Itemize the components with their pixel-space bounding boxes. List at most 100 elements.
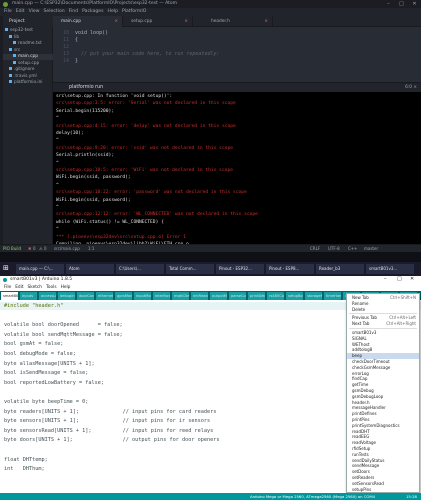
arduino-tab[interactable]: setupBoard <box>286 292 304 300</box>
tree-item[interactable]: .travis.yml <box>3 73 53 80</box>
menu-item-label: messageHandler <box>352 405 386 411</box>
arduino-tab[interactable]: doorControl <box>77 292 95 300</box>
arduino-maximize-icon[interactable]: □ <box>397 276 402 282</box>
taskbar-item[interactable]: Atom <box>66 264 114 274</box>
atom-menu-view[interactable]: View <box>29 8 40 16</box>
start-button[interactable]: ⊞ <box>3 264 9 272</box>
atom-menu-file[interactable]: File <box>4 8 12 16</box>
tab-main-cpp[interactable]: main.cpp × <box>53 16 123 27</box>
arduino-tab[interactable]: mqttClient <box>172 292 190 300</box>
taskbar-item[interactable]: Pinout - ESP32... <box>216 264 264 274</box>
maximize-icon[interactable]: □ <box>395 0 408 8</box>
pio-build-label[interactable]: PIO Build <box>3 246 21 251</box>
tree-item[interactable]: lib <box>3 34 53 41</box>
code-editor[interactable]: 10 void loop() 11 {12 13 // put your main co… <box>53 27 421 81</box>
close-icon[interactable]: ✕ <box>408 0 421 8</box>
tree-item[interactable]: setup.cpp <box>3 60 53 67</box>
arduino-minimize-icon[interactable]: – <box>384 276 387 282</box>
tab-header-h[interactable]: header.h × <box>203 16 273 27</box>
file-icon <box>9 73 12 77</box>
arduino-window-title: smartB01v3 | Arduino 1.8.5 <box>10 277 73 282</box>
tree-item[interactable]: esp32-test <box>3 28 53 34</box>
tab-setup-cpp[interactable]: setup.cpp × <box>123 16 193 27</box>
arduino-tab[interactable]: gprsModule <box>115 292 133 300</box>
minimize-icon[interactable]: – <box>382 0 395 8</box>
atom-menu-help[interactable]: Help <box>108 8 118 16</box>
file-icon <box>13 41 16 44</box>
arduino-tab[interactable]: timeHandler <box>324 292 342 300</box>
status-encoding[interactable]: UTF-8 <box>328 246 340 251</box>
tree-item[interactable]: .gitignore <box>3 67 53 73</box>
taskbar-item[interactable]: Total Comm... <box>166 264 214 274</box>
terminal-title[interactable]: platformio run <box>69 85 103 90</box>
arduino-tab[interactable]: rs485Comm <box>267 292 285 300</box>
taskbar-item[interactable]: smartB01v3... <box>366 264 414 274</box>
menu-item-label: readDHT <box>352 428 370 434</box>
atom-menu-platformio[interactable]: PlatformIO <box>122 8 146 16</box>
menu-item-label: gsmDebugLoop <box>352 393 384 399</box>
status-git-branch[interactable]: master <box>364 246 378 251</box>
tree-item[interactable]: src <box>3 47 53 54</box>
atom-menu-find[interactable]: Find <box>69 8 78 16</box>
menu-item-label: findCap <box>352 376 368 382</box>
status-line-ending[interactable]: CRLF <box>310 246 320 251</box>
taskbar-item[interactable]: Reader_b3 <box>316 264 364 274</box>
arduino-menu-sketch[interactable]: Sketch <box>28 284 42 291</box>
arduino-tab[interactable]: smartB01v3 <box>1 292 19 300</box>
arduino-menu-help[interactable]: Help <box>61 284 71 291</box>
project-tree-header: Project <box>3 16 53 27</box>
tree-item-label: platformio.ini <box>14 80 43 85</box>
taskbar-item[interactable]: main.cpp — C:\... <box>16 264 64 274</box>
arduino-tab[interactable]: interface <box>153 292 171 300</box>
taskbar-item[interactable]: Pinout - ESP8... <box>266 264 314 274</box>
terminal-output[interactable]: src\setup.cpp: In function 'void setup()… <box>53 92 421 252</box>
terminal-line: Serial.println(ssid); <box>56 153 115 159</box>
arduino-close-icon[interactable]: ✕ <box>410 276 414 282</box>
menu-item-label: getTime <box>352 382 369 388</box>
arduino-tab[interactable]: debugInfo <box>58 292 76 300</box>
error-count-icon[interactable]: ✖ <box>28 246 31 251</box>
tree-item-label: esp32-test <box>10 28 33 33</box>
atom-menu-edit[interactable]: Edit <box>16 8 25 16</box>
arduino-menu-tools[interactable]: Tools <box>46 284 57 291</box>
atom-logo-icon <box>3 1 8 7</box>
arduino-tab[interactable]: printDebug <box>248 292 266 300</box>
tab-close-icon[interactable]: × <box>264 16 268 27</box>
arduino-tab[interactable]: inputModule <box>134 292 152 300</box>
status-file-path[interactable]: src/main.cpp <box>54 246 80 251</box>
arduino-tab[interactable]: ethernet <box>96 292 114 300</box>
terminal-line: WiFi.begin(ssid, password); <box>56 197 131 203</box>
line-number: 13 <box>62 51 69 57</box>
tree-item[interactable]: readme.txt <box>3 41 53 47</box>
atom-menu-selection[interactable]: Selection <box>44 8 65 16</box>
tab-close-icon[interactable]: × <box>114 16 118 27</box>
cursor-position[interactable]: 1:1 <box>88 246 94 251</box>
menu-separator <box>349 328 417 329</box>
status-grammar[interactable]: C++ <box>348 246 358 251</box>
arduino-menu-file[interactable]: File <box>4 284 11 291</box>
terminal-line: ^ <box>56 116 59 122</box>
tree-item[interactable]: main.cpp <box>3 54 53 60</box>
tab-close-icon[interactable]: × <box>184 16 188 27</box>
arduino-bottom-status: Arduino Mega or Mega 2560, ATmega2560 (M… <box>0 493 421 500</box>
atom-menu-packages[interactable]: Packages <box>82 8 103 16</box>
folder-icon <box>9 47 12 51</box>
menu-item-label: setReaders <box>352 475 375 480</box>
arduino-code-line: byte sensors[UNITS + 1]; // input pins f… <box>4 418 211 425</box>
taskbar-item[interactable]: C:\Users\... <box>116 264 164 274</box>
tab-label: setup.cpp <box>131 19 153 24</box>
file-icon <box>13 60 16 64</box>
arduino-tab[interactable]: parseConfig <box>229 292 247 300</box>
arduino-tab[interactable]: storageManager <box>305 292 323 300</box>
arduino-tab[interactable]: outputModule <box>210 292 228 300</box>
arduino-tab[interactable]: nfcReader <box>191 292 209 300</box>
terminal-line: src\setup.cpp: In function 'void setup()… <box>56 94 173 99</box>
warning-count-icon[interactable]: ⚠ <box>39 246 43 251</box>
context-menu-item[interactable]: setupPins <box>347 487 419 493</box>
tree-item[interactable]: platformio.ini <box>3 80 53 86</box>
arduino-menu-edit[interactable]: Edit <box>15 284 23 291</box>
context-menu-item[interactable]: Delete <box>347 307 419 313</box>
arduino-tab[interactable]: Inputs <box>20 292 38 300</box>
arduino-tab[interactable]: accessLog <box>39 292 57 300</box>
context-menu-item[interactable]: Next Tab Ctrl+Alt+Right <box>347 321 419 327</box>
